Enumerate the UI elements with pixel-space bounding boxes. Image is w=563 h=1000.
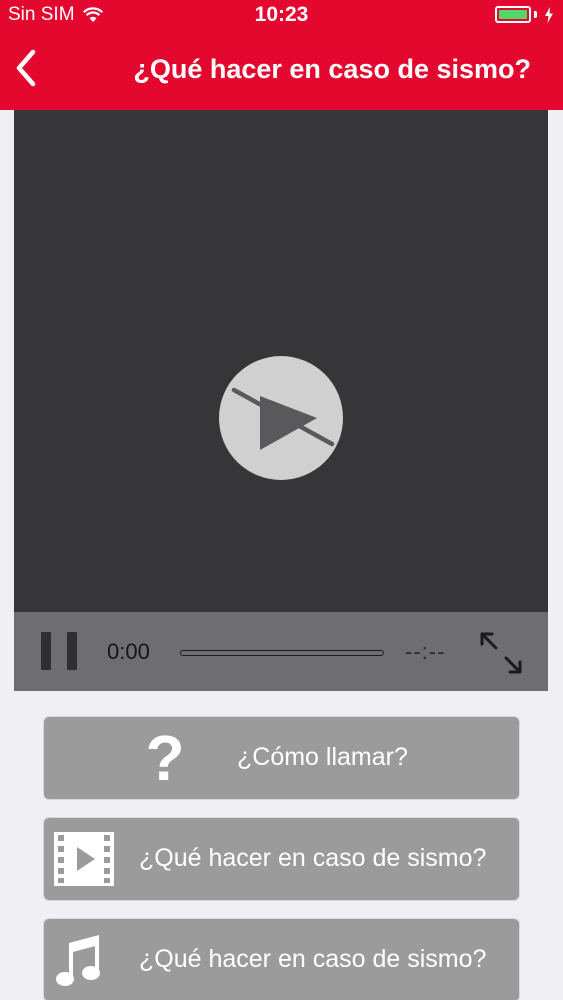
earthquake-audio-button[interactable]: ¿Qué hacer en caso de sismo? [43, 918, 520, 1000]
how-to-call-button[interactable]: ? ¿Cómo llamar? [43, 716, 520, 800]
app-header: Sin SIM 10:23 ¿Qué hacer en caso de sism… [0, 0, 563, 110]
battery-tip [534, 11, 537, 18]
menu-item-label: ¿Qué hacer en caso de sismo? [139, 844, 487, 872]
status-bar: Sin SIM 10:23 [0, 0, 563, 32]
fullscreen-button[interactable] [478, 630, 524, 676]
pause-bar-right [67, 632, 77, 670]
battery-icon [495, 6, 531, 23]
menu-item-label: ¿Cómo llamar? [237, 743, 408, 771]
play-button[interactable] [219, 356, 343, 480]
play-disabled-icon [231, 387, 335, 450]
expand-icon [480, 632, 522, 674]
pause-bar-left [41, 632, 51, 670]
page-title: ¿Qué hacer en caso de sismo? [133, 54, 531, 84]
battery-indicator [495, 6, 554, 23]
music-note-icon [54, 933, 104, 989]
question-icon: ? [145, 722, 185, 794]
back-button[interactable] [6, 46, 46, 90]
progress-slider[interactable] [180, 650, 384, 656]
video-player[interactable]: 0:00 --:-- [14, 110, 548, 691]
pause-button[interactable] [41, 632, 77, 670]
earthquake-video-button[interactable]: ¿Qué hacer en caso de sismo? [43, 817, 520, 901]
navigation-bar: ¿Qué hacer en caso de sismo? [0, 32, 563, 110]
battery-fill [499, 10, 527, 19]
current-time: 0:00 [107, 639, 150, 664]
status-time: 10:23 [254, 3, 309, 26]
charging-bolt-icon [545, 6, 553, 23]
menu-item-label: ¿Qué hacer en caso de sismo? [139, 945, 487, 973]
chevron-left-icon [16, 49, 36, 87]
remaining-time: --:-- [405, 639, 446, 664]
film-icon [54, 832, 114, 886]
video-controls: 0:00 --:-- [14, 612, 548, 691]
